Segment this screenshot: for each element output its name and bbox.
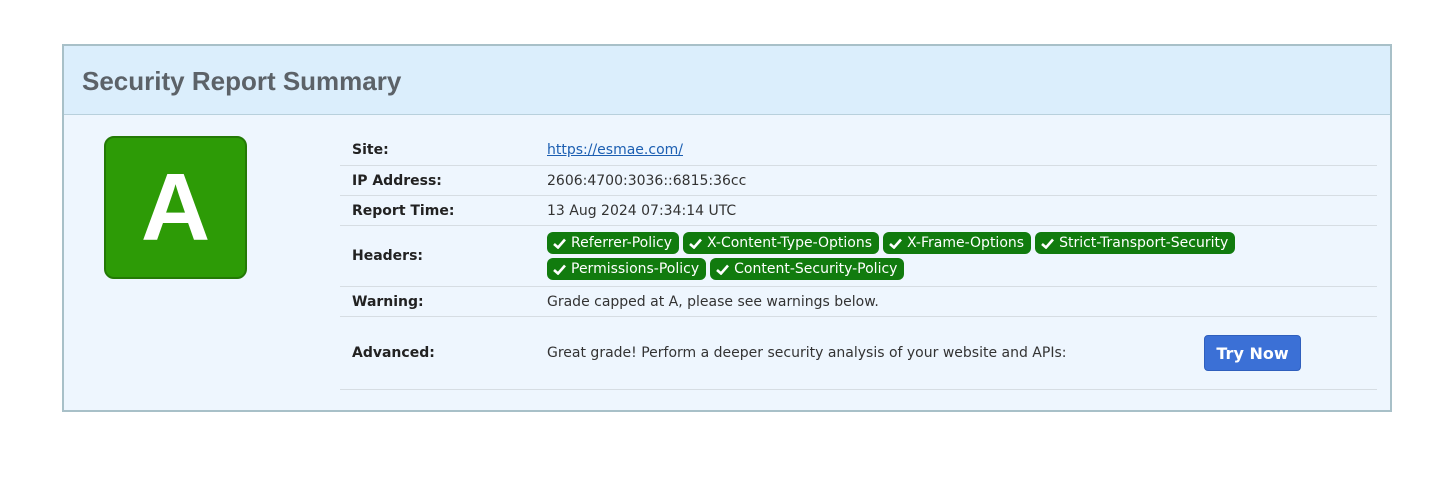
panel-title: Security Report Summary [82,65,402,96]
header-pill-label: Content-Security-Policy [734,261,898,277]
panel-header: Security Report Summary [64,46,1390,115]
header-pill-label: Permissions-Policy [571,261,700,277]
security-report-panel: Security Report Summary A Site: https://… [62,44,1392,412]
check-icon [553,264,566,275]
check-icon [689,238,702,249]
report-time-value: 13 Aug 2024 07:34:14 UTC [547,202,737,219]
table-row-ip: IP Address: 2606:4700:3036::6815:36cc [340,166,1377,196]
check-icon [889,238,903,249]
ip-label: IP Address: [352,172,442,189]
site-link[interactable]: https://esmae.com/ [547,142,683,158]
warning-label: Warning: [352,293,424,310]
header-pill: Content-Security-Policy [710,258,905,280]
table-row-warning: Warning: Grade capped at A, please see w… [340,287,1377,317]
advanced-label: Advanced: [352,345,435,361]
table-row-advanced: Advanced: Great grade! Perform a deeper … [340,317,1377,390]
check-icon [716,264,730,275]
header-pill: Strict-Transport-Security [1035,232,1236,254]
check-icon [1041,238,1055,249]
try-now-button[interactable]: Try Now [1204,335,1301,371]
headers-label: Headers: [352,248,424,264]
table-row-report-time: Report Time: 13 Aug 2024 07:34:14 UTC [340,196,1377,226]
advanced-text: Great grade! Perform a deeper security a… [547,345,1067,361]
header-pill-label: X-Content-Type-Options [707,235,873,251]
table-row-headers: Headers: Referrer-Policy X-Content-Type-… [340,226,1377,287]
header-pill: X-Frame-Options [883,232,1032,254]
site-label: Site: [352,142,389,158]
header-pills: Referrer-Policy X-Content-Type-Options X… [547,232,1247,280]
warning-value: Grade capped at A, please see warnings b… [547,293,879,310]
check-icon [553,238,566,249]
header-pill: Permissions-Policy [547,258,707,280]
table-row-site: Site: https://esmae.com/ [340,135,1377,166]
ip-value: 2606:4700:3036::6815:36cc [547,172,747,189]
header-pill-label: Strict-Transport-Security [1059,235,1229,251]
header-pill-label: Referrer-Policy [571,235,673,251]
report-time-label: Report Time: [352,202,455,219]
report-table: Site: https://esmae.com/ IP Address: 260… [340,135,1377,390]
header-pill: X-Content-Type-Options [683,232,880,254]
header-pill: Referrer-Policy [547,232,680,254]
grade-badge: A [104,136,247,279]
header-pill-label: X-Frame-Options [907,235,1025,251]
